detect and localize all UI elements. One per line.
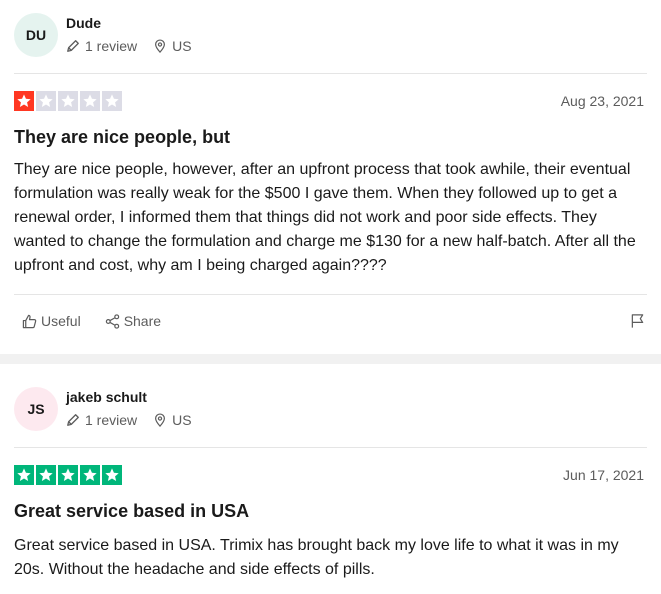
star-icon — [36, 91, 56, 111]
review-title[interactable]: Great service based in USA — [14, 501, 249, 522]
star-icon — [14, 91, 34, 111]
thumbs-up-icon — [22, 314, 37, 328]
review-count: 1 review — [66, 38, 137, 54]
country-text: US — [172, 412, 192, 428]
report-flag-button[interactable] — [630, 313, 645, 334]
star-icon — [102, 465, 122, 485]
reviewer-location: US — [153, 38, 192, 54]
review-card: JS jakeb schult 1 review US Jun 17, 2021… — [0, 364, 661, 594]
review-date: Aug 23, 2021 — [560, 93, 644, 109]
star-icon — [80, 91, 100, 111]
reviewer-name[interactable]: Dude — [66, 15, 101, 31]
reviewer-location: US — [153, 412, 192, 428]
divider — [14, 447, 647, 448]
star-icon — [58, 91, 78, 111]
star-rating — [14, 91, 122, 111]
review-body: They are nice people, however, after an … — [14, 161, 636, 274]
star-rating — [14, 465, 122, 485]
divider — [14, 73, 647, 74]
flag-icon — [631, 314, 644, 328]
reviewer-meta: 1 review US — [66, 38, 208, 54]
review-actions: Useful Share — [22, 313, 185, 329]
useful-button[interactable]: Useful — [22, 313, 81, 329]
star-icon — [36, 465, 56, 485]
divider — [14, 294, 647, 295]
star-icon — [14, 465, 34, 485]
review-date: Jun 17, 2021 — [563, 467, 644, 483]
star-icon — [80, 465, 100, 485]
star-icon — [58, 465, 78, 485]
review-title[interactable]: They are nice people, but — [14, 127, 230, 148]
star-icon — [102, 91, 122, 111]
location-pin-icon — [155, 39, 166, 53]
avatar[interactable]: DU — [14, 13, 58, 57]
location-pin-icon — [155, 413, 166, 427]
review-count: 1 review — [66, 412, 137, 428]
review-count-text: 1 review — [85, 412, 138, 428]
share-label: Share — [123, 313, 162, 329]
reviewer-name[interactable]: jakeb schult — [66, 389, 147, 405]
country-text: US — [172, 38, 192, 54]
review-count-text: 1 review — [85, 38, 138, 54]
review-separator — [0, 354, 661, 364]
review-card: DU Dude 1 review US Aug 23, 2021 They ar… — [0, 0, 661, 354]
share-icon — [105, 313, 119, 329]
pencil-icon — [67, 40, 79, 52]
share-button[interactable]: Share — [105, 313, 161, 329]
avatar[interactable]: JS — [14, 387, 58, 431]
review-body: Great service based in USA. Trimix has b… — [14, 537, 619, 578]
useful-label: Useful — [41, 313, 81, 329]
reviewer-meta: 1 review US — [66, 412, 208, 428]
pencil-icon — [67, 414, 79, 426]
